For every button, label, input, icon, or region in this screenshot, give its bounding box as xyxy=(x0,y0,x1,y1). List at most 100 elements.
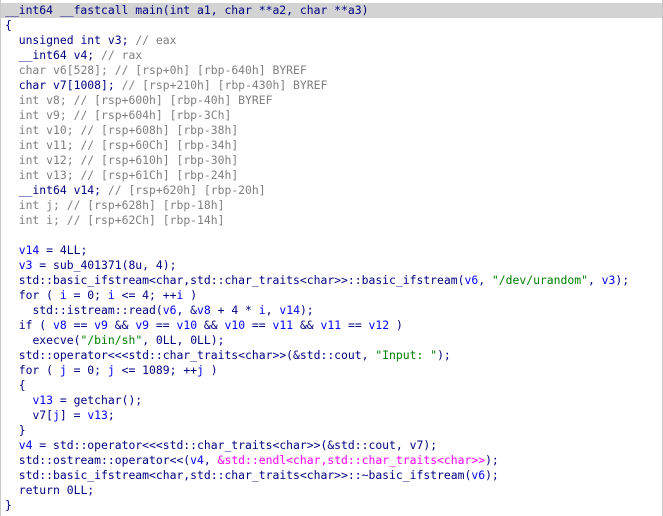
variable[interactable]: v14 xyxy=(279,303,300,317)
statement: = 4LL; xyxy=(39,243,88,257)
call[interactable]: std::operator<<<std::char_traits<char>>(… xyxy=(19,348,376,362)
code-line[interactable]: for ( i = 0; i <= 4; ++i ) xyxy=(5,288,197,303)
code-line[interactable]: std::ostream::operator<<(v4, &std::endl<… xyxy=(5,453,499,468)
code-line[interactable]: int v9; // [rsp+604h] [rbp-3Ch] xyxy=(5,108,232,123)
code-line[interactable]: if ( v8 == v9 && v9 == v10 && v10 == v11… xyxy=(5,318,403,333)
code-line[interactable]: v7[j] = v13; xyxy=(5,408,114,423)
code-line[interactable]: int v8; // [rsp+600h] [rbp-40h] BYREF xyxy=(5,93,273,108)
variable[interactable]: j xyxy=(53,408,60,422)
variable[interactable]: j xyxy=(197,363,204,377)
declaration[interactable]: int v11; xyxy=(19,138,81,152)
variable[interactable]: v6 xyxy=(471,468,485,482)
string-literal[interactable]: "Input: " xyxy=(375,348,437,362)
code-line[interactable]: unsigned int v3; // eax xyxy=(5,33,177,48)
variable[interactable]: v10 xyxy=(176,318,197,332)
close-brace: } xyxy=(5,498,12,512)
declaration[interactable]: int v9; xyxy=(19,108,74,122)
code-line[interactable]: char v6[528]; // [rsp+0h] [rbp-640h] BYR… xyxy=(5,63,307,78)
declaration[interactable]: int v13; xyxy=(19,168,81,182)
variable[interactable]: v9 xyxy=(94,318,108,332)
code-line[interactable]: __int64 v4; // rax xyxy=(5,48,142,63)
variable[interactable]: v9 xyxy=(135,318,149,332)
variable[interactable]: v12 xyxy=(369,318,390,332)
comment: // [rsp+608h] [rbp-38h] xyxy=(80,123,239,137)
call[interactable]: = std::operator<<<std::char_traits<char>… xyxy=(32,438,409,452)
code-line[interactable]: __int64 v14; // [rsp+620h] [rbp-20h] xyxy=(5,183,266,198)
code-line[interactable]: int v12; // [rsp+610h] [rbp-30h] xyxy=(5,153,238,168)
variable[interactable]: v3 xyxy=(19,258,33,272)
variable[interactable]: j xyxy=(108,363,115,377)
variable[interactable]: i xyxy=(259,303,266,317)
variable[interactable]: v7 xyxy=(410,438,424,452)
return-statement[interactable]: return 0LL; xyxy=(19,483,94,497)
string-literal[interactable]: "/dev/urandom" xyxy=(492,273,588,287)
punct: ); xyxy=(423,438,438,452)
variable[interactable]: v7[ xyxy=(32,408,53,422)
punct: + 4 * xyxy=(210,303,259,317)
code-line[interactable]: std::basic_ifstream<char,std::char_trait… xyxy=(5,468,499,483)
code-line[interactable]: char v7[1008]; // [rsp+210h] [rbp-430h] … xyxy=(5,78,328,93)
string-literal[interactable]: "/bin/sh" xyxy=(80,333,142,347)
code-line[interactable]: v14 = 4LL; xyxy=(5,243,88,258)
code-line[interactable]: v13 = getchar(); xyxy=(5,393,142,408)
code-line[interactable]: std::basic_ifstream<char,std::char_trait… xyxy=(5,273,629,288)
variable[interactable]: v8 xyxy=(53,318,67,332)
code-line[interactable]: v3 = sub_401371(8u, 4); xyxy=(5,258,177,273)
declaration[interactable]: int v8; xyxy=(19,93,74,107)
punct: && xyxy=(293,318,321,332)
code-line[interactable]: int v10; // [rsp+608h] [rbp-38h] xyxy=(5,123,238,138)
code-line[interactable]: { xyxy=(5,18,12,33)
code-line[interactable]: std::istream::read(v6, &v8 + 4 * i, v14)… xyxy=(5,303,313,318)
declaration[interactable]: unsigned int v3; xyxy=(19,33,136,47)
declaration[interactable]: char v7[1008]; xyxy=(19,78,122,92)
code-line[interactable]: return 0LL; xyxy=(5,483,94,498)
variable[interactable]: v14 xyxy=(19,243,40,257)
declaration[interactable]: int i; xyxy=(19,213,67,227)
code-line[interactable]: } xyxy=(5,423,26,438)
punct: ) xyxy=(203,363,218,377)
variable[interactable]: v11 xyxy=(273,318,294,332)
variable[interactable]: v6 xyxy=(163,303,177,317)
declaration[interactable]: int j; xyxy=(19,198,67,212)
variable[interactable]: v13 xyxy=(32,393,53,407)
declaration[interactable]: __int64 v14; xyxy=(19,183,108,197)
call[interactable]: std::istream::read( xyxy=(32,303,162,317)
function-reference[interactable]: &std::endl<char,std::char_traits<char>> xyxy=(218,453,485,467)
code-line[interactable]: } xyxy=(5,498,12,513)
declaration[interactable]: __int64 v4; xyxy=(19,48,101,62)
declaration[interactable]: char v6[528]; xyxy=(19,63,115,77)
declaration[interactable]: int v10; xyxy=(19,123,81,137)
variable[interactable]: v13 xyxy=(87,408,108,422)
code-line[interactable]: execve("/bin/sh", 0LL, 0LL); xyxy=(5,333,224,348)
code-line[interactable]: int v13; // [rsp+61Ch] [rbp-24h] xyxy=(5,168,238,183)
call[interactable]: execve( xyxy=(32,333,80,347)
open-brace: { xyxy=(18,378,26,392)
code-line[interactable]: for ( j = 0; j <= 1089; ++j ) xyxy=(5,363,218,378)
statement: = sub_401371(8u, 4); xyxy=(32,258,177,272)
variable[interactable]: j xyxy=(60,363,67,377)
call[interactable]: std::ostream::operator<<( xyxy=(19,453,190,467)
function-signature[interactable]: __int64 __fastcall main(int a1, char **a… xyxy=(5,3,368,17)
variable[interactable]: v11 xyxy=(321,318,342,332)
variable[interactable]: v4 xyxy=(190,453,204,467)
call[interactable]: std::basic_ifstream<char,std::char_trait… xyxy=(19,273,465,287)
code-line[interactable]: int i; // [rsp+62Ch] [rbp-14h] xyxy=(5,213,225,228)
variable[interactable]: i xyxy=(108,288,115,302)
code-line[interactable]: v4 = std::operator<<<std::char_traits<ch… xyxy=(5,438,437,453)
comment: // rax xyxy=(101,48,143,62)
variable[interactable]: v6 xyxy=(464,273,478,287)
pseudocode-view[interactable]: __int64 __fastcall main(int a1, char **a… xyxy=(0,0,663,516)
variable[interactable]: v3 xyxy=(602,273,616,287)
code-line[interactable]: std::operator<<<std::char_traits<char>>(… xyxy=(5,348,451,363)
variable[interactable]: v10 xyxy=(225,318,246,332)
variable[interactable]: i xyxy=(60,288,67,302)
function-signature-line[interactable]: __int64 __fastcall main(int a1, char **a… xyxy=(1,3,662,18)
code-line[interactable]: int v11; // [rsp+60Ch] [rbp-34h] xyxy=(5,138,238,153)
comment: // [rsp+210h] [rbp-430h] BYREF xyxy=(121,78,328,92)
declaration[interactable]: int v12; xyxy=(19,153,81,167)
code-line[interactable]: { xyxy=(5,378,26,393)
call[interactable]: std::basic_ifstream<char,std::char_trait… xyxy=(19,468,472,482)
variable[interactable]: v4 xyxy=(19,438,33,452)
code-line[interactable]: int j; // [rsp+628h] [rbp-18h] xyxy=(5,198,225,213)
variable[interactable]: v8 xyxy=(197,303,211,317)
